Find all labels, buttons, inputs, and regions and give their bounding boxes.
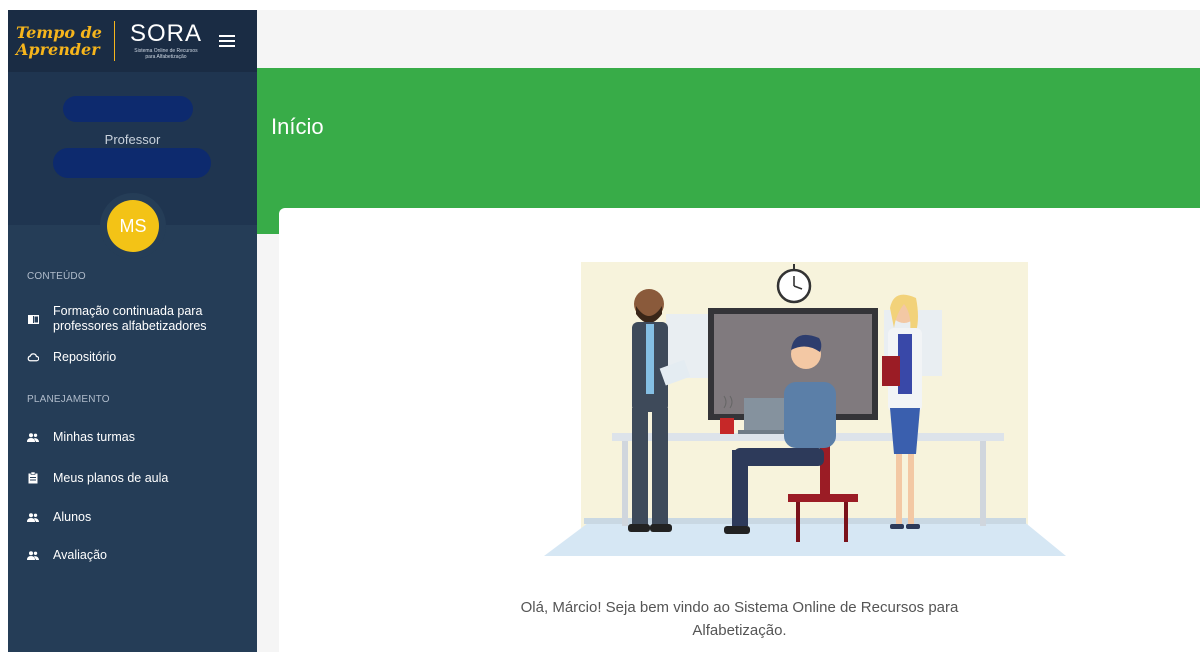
- sidebar-item-label: Repositório: [53, 350, 117, 364]
- left-border: [0, 10, 8, 652]
- avatar[interactable]: MS: [100, 193, 166, 259]
- group-icon: [27, 432, 39, 442]
- group-icon: [27, 512, 39, 522]
- welcome-card: Olá, Márcio! Seja bem vindo ao Sistema O…: [279, 208, 1200, 652]
- redacted-user-info: [53, 148, 211, 178]
- sora-subtitle: Sistema Online de Recursos para Alfabeti…: [134, 48, 197, 60]
- section-title-planning: PLANEJAMENTO: [27, 394, 110, 405]
- sidebar-item-planos-de-aula[interactable]: Meus planos de aula: [8, 467, 257, 489]
- welcome-line-2: Alfabetização.: [692, 622, 787, 639]
- book-icon: [27, 314, 39, 324]
- logo-divider: [113, 21, 115, 61]
- sidebar-item-label: Formação continuada para professores alf…: [53, 304, 207, 333]
- tempo-de-aprender-logo[interactable]: Tempo de Aprender: [16, 24, 102, 58]
- sora-subtitle-line-2: para Alfabetização: [145, 54, 187, 60]
- sidebar-item-alunos[interactable]: Alunos: [8, 506, 257, 528]
- logo-line-1: Tempo de: [16, 23, 102, 42]
- sora-title: SORA: [129, 20, 202, 47]
- brand-bar: Tempo de Aprender SORA Sistema Online de…: [8, 10, 257, 72]
- section-title-content: CONTEÚDO: [27, 271, 86, 282]
- sidebar-item-label: Minhas turmas: [53, 430, 135, 444]
- user-role: Professor: [104, 132, 161, 147]
- redacted-user-name: [63, 96, 193, 122]
- group-icon: [27, 550, 39, 560]
- office-illustration: [544, 262, 1066, 556]
- sora-logo[interactable]: SORA Sistema Online de Recursos para Alf…: [125, 20, 207, 61]
- clipboard-icon: [27, 472, 39, 484]
- top-header-bar: [257, 10, 1200, 68]
- top-border: [0, 0, 1200, 10]
- cloud-icon: [27, 352, 39, 362]
- sidebar-item-minhas-turmas[interactable]: Minhas turmas: [8, 426, 257, 448]
- hamburger-menu-icon[interactable]: [218, 35, 235, 47]
- logo-line-2: Aprender: [16, 40, 100, 59]
- sidebar-item-avaliacao[interactable]: Avaliação: [8, 544, 257, 566]
- sidebar-item-formacao[interactable]: Formação continuada para professores alf…: [8, 300, 257, 338]
- avatar-initials: MS: [107, 200, 159, 252]
- sidebar: Tempo de Aprender SORA Sistema Online de…: [8, 10, 257, 652]
- page-title: Início: [271, 114, 324, 139]
- user-profile: Professor MS: [8, 72, 257, 259]
- welcome-line-1: Olá, Márcio! Seja bem vindo ao Sistema O…: [520, 599, 959, 616]
- sidebar-nav: CONTEÚDO Formação continuada para profes…: [8, 225, 257, 566]
- sidebar-item-label: Alunos: [53, 510, 92, 524]
- sidebar-item-repositorio[interactable]: Repositório: [8, 342, 257, 372]
- sidebar-item-label: Avaliação: [53, 548, 107, 562]
- welcome-message: Olá, Márcio! Seja bem vindo ao Sistema O…: [279, 596, 1200, 642]
- sidebar-item-label: Meus planos de aula: [53, 471, 169, 485]
